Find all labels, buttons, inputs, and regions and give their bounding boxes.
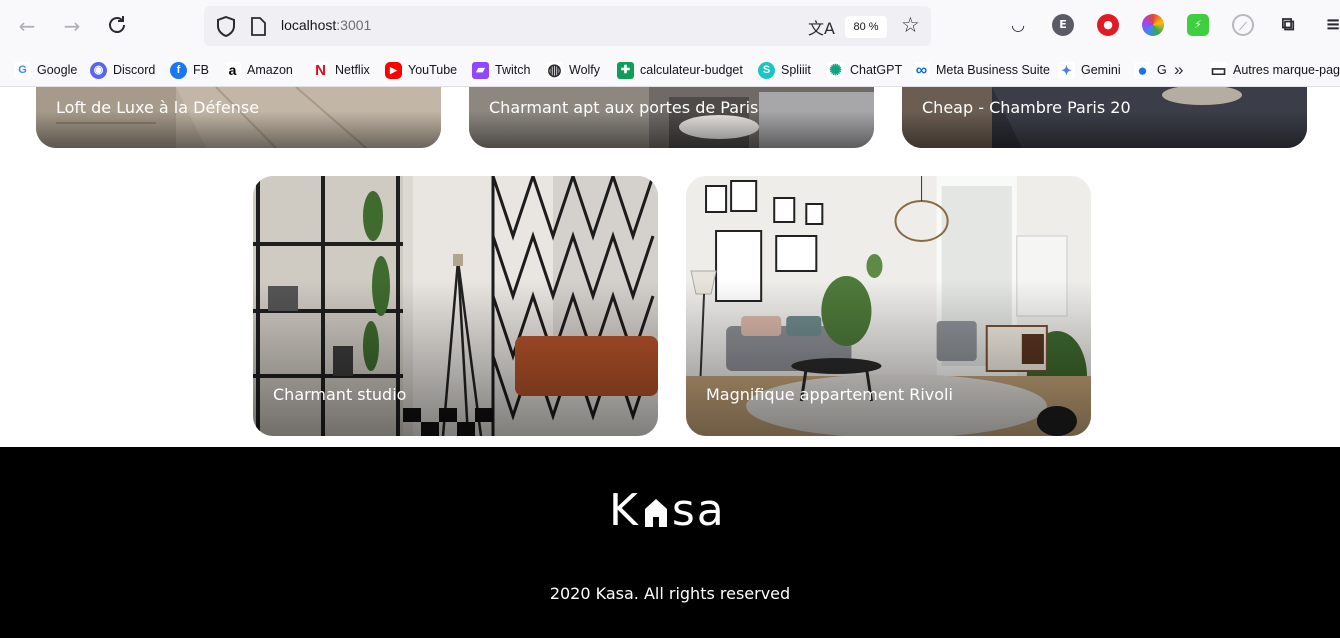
zoom-level-badge[interactable]: 80 % <box>845 16 887 38</box>
card-shade <box>686 280 1091 436</box>
bookmark-label: Twitch <box>495 63 531 77</box>
card-title: Loft de Luxe à la Défense <box>56 98 260 117</box>
ublock-icon[interactable]: ● <box>1097 14 1119 36</box>
housing-card[interactable]: Charmant studio <box>253 176 658 436</box>
bookmark-label: calculateur-budget <box>640 63 743 77</box>
site-footer: Ksa 2020 Kasa. All rights reserved <box>0 447 1340 638</box>
url-host: localhost <box>281 17 337 33</box>
page-info-icon[interactable] <box>250 17 266 40</box>
reload-icon[interactable] <box>105 14 129 38</box>
facebook-icon: f <box>170 61 187 79</box>
house-icon <box>644 499 667 527</box>
bookmark-label: Autres marque-pages <box>1233 63 1340 77</box>
bookmark-other-bookmarks[interactable]: ▭ Autres marque-pages <box>1210 60 1340 80</box>
bookmark-star-icon[interactable]: ☆ <box>901 13 920 37</box>
bookmarks-bar: G Google ◉ Discord f FB a Amazon N Netflix ▶ Y… <box>0 52 1340 87</box>
extension-e-icon[interactable]: E <box>1052 14 1074 36</box>
compass-icon[interactable]: ⟋ <box>1232 14 1254 36</box>
chatgpt-icon: ✺ <box>827 61 844 79</box>
kasa-logo[interactable]: Ksa <box>609 485 726 536</box>
sheets-icon: ✚ <box>617 61 634 79</box>
bookmark-meta-business-suite[interactable]: ∞ Meta Business Suite <box>913 60 1050 80</box>
bookmark-label: G <box>1157 63 1167 77</box>
bookmark-label: YouTube <box>408 63 458 77</box>
bookmark-g[interactable]: ● G <box>1134 60 1167 80</box>
logo-letter: K <box>609 485 640 536</box>
bookmark-label: Spliiit <box>781 63 811 77</box>
card-shade <box>253 280 658 436</box>
color-picker-icon[interactable] <box>1142 14 1164 36</box>
housing-card[interactable]: Cheap - Chambre Paris 20 <box>902 87 1307 148</box>
bookmark-chatgpt[interactable]: ✺ ChatGPT <box>827 60 902 80</box>
logo-letters: sa <box>671 485 726 536</box>
bookmarks-overflow-chevron-icon[interactable]: » <box>1174 60 1183 80</box>
extensions-puzzle-icon[interactable]: ⧉ <box>1277 14 1299 36</box>
card-title: Cheap - Chambre Paris 20 <box>922 98 1131 117</box>
bookmark-label: ChatGPT <box>850 63 903 77</box>
amazon-icon: a <box>224 61 241 79</box>
netflix-icon: N <box>312 61 329 79</box>
google-icon: G <box>14 61 31 79</box>
copyright-text: 2020 Kasa. All rights reserved <box>549 584 791 603</box>
bookmark-calculateur-budget[interactable]: ✚ calculateur-budget <box>617 60 743 80</box>
bookmark-discord[interactable]: ◉ Discord <box>90 60 155 80</box>
gemini-icon: ✦ <box>1058 61 1075 79</box>
folder-icon: ▭ <box>1210 60 1227 80</box>
housing-card[interactable]: Charmant apt aux portes de Paris <box>469 87 874 148</box>
url-text[interactable]: localhost:3001 <box>281 17 371 33</box>
bookmark-spliiit[interactable]: S Spliiit <box>758 60 811 80</box>
browser-toolbar: ← → localhost:3001 文A 80 % ☆ ◡ E ● ⚡ ⟋ ⧉… <box>0 0 1340 52</box>
bookmark-label: Gemini <box>1081 63 1121 77</box>
card-title: Charmant apt aux portes de Paris <box>489 98 759 117</box>
address-bar[interactable]: localhost:3001 文A 80 % ☆ <box>204 6 931 46</box>
housing-card[interactable]: Magnifique appartement Rivoli <box>686 176 1091 436</box>
meta-icon: ∞ <box>913 61 930 79</box>
lightning-extension-icon[interactable]: ⚡ <box>1187 14 1209 36</box>
discord-icon: ◉ <box>90 61 107 79</box>
housing-card[interactable]: Loft de Luxe à la Défense <box>36 87 441 148</box>
bookmark-fb[interactable]: f FB <box>170 60 209 80</box>
bookmark-amazon[interactable]: a Amazon <box>224 60 293 80</box>
bookmark-label: Google <box>37 63 78 77</box>
card-title: Magnifique appartement Rivoli <box>706 385 953 404</box>
translate-icon[interactable]: 文A <box>808 15 835 39</box>
bookmark-label: FB <box>193 63 209 77</box>
bookmark-label: Amazon <box>247 63 293 77</box>
bookmark-gemini[interactable]: ✦ Gemini <box>1058 60 1121 80</box>
bookmark-label: Wolfy <box>569 63 601 77</box>
messages-icon: ● <box>1134 61 1151 79</box>
globe-icon: ◍ <box>546 61 563 79</box>
tracking-shield-icon[interactable] <box>216 15 236 41</box>
spliiit-icon: S <box>758 61 775 79</box>
url-port: :3001 <box>336 17 372 33</box>
menu-hamburger-icon[interactable]: ≡ <box>1322 14 1340 36</box>
bookmark-label: Meta Business Suite <box>936 63 1050 77</box>
bookmark-google[interactable]: G Google <box>14 60 77 80</box>
pocket-icon[interactable]: ◡ <box>1007 14 1029 36</box>
bookmark-label: Netflix <box>335 63 370 77</box>
twitch-icon: ▰ <box>472 61 489 79</box>
card-title: Charmant studio <box>273 385 407 404</box>
back-arrow-icon[interactable]: ← <box>15 14 39 38</box>
page-content: Loft de Luxe à la Défense Charmant apt a… <box>0 87 1340 638</box>
forward-arrow-icon[interactable]: → <box>60 14 84 38</box>
youtube-icon: ▶ <box>385 61 402 79</box>
bookmark-label: Discord <box>113 63 156 77</box>
bookmark-twitch[interactable]: ▰ Twitch <box>472 60 530 80</box>
bookmark-netflix[interactable]: N Netflix <box>312 60 370 80</box>
bookmark-youtube[interactable]: ▶ YouTube <box>385 60 457 80</box>
bookmark-wolfy[interactable]: ◍ Wolfy <box>546 60 600 80</box>
